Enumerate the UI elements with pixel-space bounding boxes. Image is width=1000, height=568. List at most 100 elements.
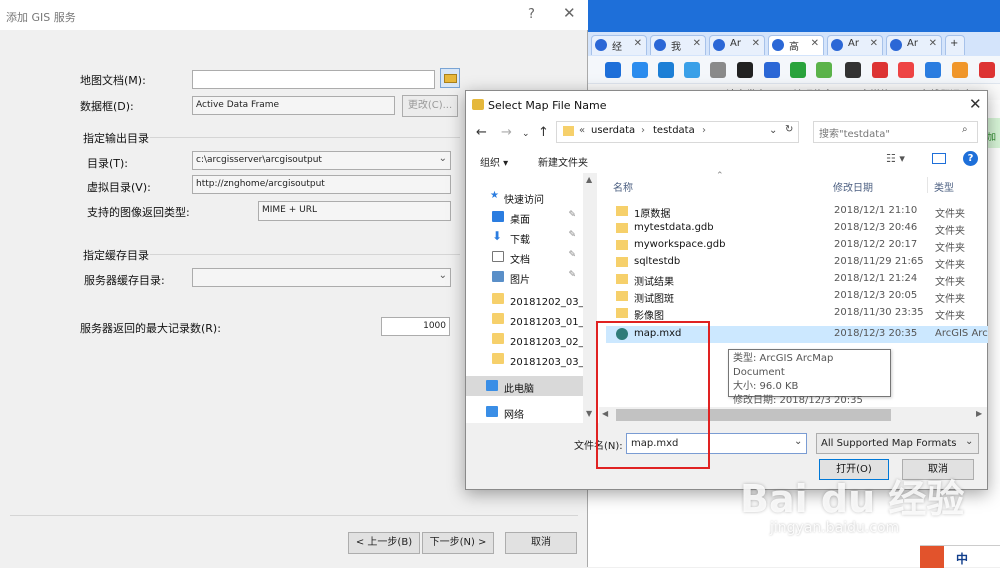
- folder-icon: [492, 333, 504, 344]
- tab-close-icon[interactable]: ✕: [752, 38, 760, 49]
- extension-icon[interactable]: [737, 62, 753, 78]
- breadcrumb-testdata[interactable]: testdata: [653, 125, 695, 136]
- tab-close-icon[interactable]: ✕: [693, 38, 701, 49]
- cache-directory-select[interactable]: ⌄: [192, 268, 451, 287]
- tab-close-icon[interactable]: ✕: [870, 38, 878, 49]
- scroll-left-icon[interactable]: ◀: [602, 409, 608, 418]
- extension-icon[interactable]: [952, 62, 968, 78]
- browser-tab[interactable]: 我 ✕: [650, 35, 706, 55]
- scroll-right-icon[interactable]: ▶: [976, 409, 982, 418]
- nav-item-pictures[interactable]: 图片 ✎: [466, 267, 584, 287]
- tab-close-icon[interactable]: ✕: [634, 38, 642, 49]
- chevron-down-icon[interactable]: ⌄: [794, 436, 802, 447]
- file-row[interactable]: myworkspace.gdb 2018/12/2 20:17 文件夹: [606, 237, 988, 254]
- change-button[interactable]: 更改(C)...: [402, 95, 458, 117]
- organize-button[interactable]: 组织 ▾: [480, 154, 508, 169]
- help-icon[interactable]: ?: [963, 151, 978, 166]
- nav-item-desktop[interactable]: 桌面 ✎: [466, 207, 584, 227]
- image-type-field[interactable]: MIME + URL: [258, 201, 451, 221]
- folder-icon: [492, 313, 504, 324]
- filename-input[interactable]: map.mxd ⌄: [626, 433, 807, 454]
- pin-icon: ✎: [568, 230, 576, 240]
- extension-icon[interactable]: [605, 62, 621, 78]
- refresh-icon[interactable]: ↻: [785, 124, 793, 135]
- column-divider: [927, 177, 928, 193]
- nav-item-folder[interactable]: 20181203_02_如: [466, 329, 584, 349]
- file-row[interactable]: 测试结果 2018/12/1 21:24 文件夹: [606, 271, 988, 288]
- document-icon: [492, 251, 504, 262]
- file-row[interactable]: mytestdata.gdb 2018/12/3 20:46 文件夹: [606, 220, 988, 237]
- nav-item-network[interactable]: 网络: [466, 402, 584, 422]
- virtual-directory-input[interactable]: http://znghome/arcgisoutput: [192, 175, 451, 194]
- ime-toolbar: 中: [920, 545, 1000, 568]
- browse-folder-button[interactable]: [440, 68, 460, 88]
- chevron-down-icon[interactable]: ⌄: [522, 129, 530, 139]
- extension-icon[interactable]: [764, 62, 780, 78]
- file-row[interactable]: 影像图 2018/11/30 23:35 文件夹: [606, 305, 988, 322]
- tab-close-icon[interactable]: ✕: [929, 38, 937, 49]
- extension-icon[interactable]: [816, 62, 832, 78]
- browser-tab[interactable]: Ar ✕: [886, 35, 942, 55]
- ime-mode-label[interactable]: 中: [956, 550, 968, 567]
- preview-pane-icon[interactable]: [932, 153, 946, 164]
- extension-icon[interactable]: [684, 62, 700, 78]
- nav-item-documents[interactable]: 文档 ✎: [466, 247, 584, 267]
- browser-tab-active[interactable]: 高 ✕: [768, 35, 824, 55]
- browser-tab[interactable]: 经 ✕: [591, 35, 647, 55]
- browser-tab[interactable]: Ar ✕: [827, 35, 883, 55]
- browser-tab[interactable]: Ar ✕: [709, 35, 765, 55]
- chevron-down-icon[interactable]: ⌄: [769, 125, 777, 136]
- cancel-button[interactable]: 取消: [505, 532, 577, 554]
- address-bar[interactable]: « userdata › testdata › ⌄ ↻: [556, 121, 799, 143]
- nav-item-downloads[interactable]: ⬇ 下载 ✎: [466, 227, 584, 247]
- baidu-paw-icon: [654, 39, 666, 51]
- new-folder-button[interactable]: 新建文件夹: [538, 154, 588, 169]
- view-options-icon[interactable]: ☷ ▾: [886, 152, 905, 165]
- search-input[interactable]: 搜索"testdata" ⌕: [813, 121, 978, 143]
- file-row[interactable]: 测试图斑 2018/12/3 20:05 文件夹: [606, 288, 988, 305]
- file-type-select[interactable]: All Supported Map Formats ⌄: [816, 433, 979, 454]
- sogou-logo-icon[interactable]: [920, 546, 944, 568]
- nav-item-folder[interactable]: 20181203_01_如: [466, 309, 584, 329]
- extension-icon[interactable]: [898, 62, 914, 78]
- max-records-input[interactable]: 1000: [381, 317, 450, 336]
- extension-icon[interactable]: [872, 62, 888, 78]
- extension-icon[interactable]: [845, 62, 861, 78]
- directory-select[interactable]: c:\arcgisserver\arcgisoutput ⌄: [192, 151, 451, 170]
- column-header-date[interactable]: 修改日期: [833, 179, 873, 194]
- help-button[interactable]: ?: [528, 7, 535, 22]
- nav-item-folder[interactable]: 20181202_03_如: [466, 289, 584, 309]
- forward-arrow-icon[interactable]: →: [501, 125, 512, 140]
- close-button[interactable]: ✕: [969, 95, 982, 113]
- up-arrow-icon[interactable]: ↑: [538, 125, 549, 140]
- extension-icon[interactable]: [925, 62, 941, 78]
- extension-icon[interactable]: [632, 62, 648, 78]
- column-header-name[interactable]: 名称: [613, 179, 633, 194]
- nav-item-folder[interactable]: 20181203_03_如: [466, 349, 584, 369]
- extension-icon[interactable]: [658, 62, 674, 78]
- extension-icon[interactable]: [710, 62, 726, 78]
- scroll-up-icon[interactable]: ▲: [586, 175, 592, 184]
- scroll-down-icon[interactable]: ▼: [586, 409, 592, 418]
- map-document-input[interactable]: [192, 70, 435, 89]
- back-button[interactable]: < 上一步(B): [348, 532, 420, 554]
- scrollbar-thumb[interactable]: [616, 409, 891, 421]
- extension-icon[interactable]: [790, 62, 806, 78]
- folder-icon: [563, 126, 574, 136]
- column-header-type[interactable]: 类型: [934, 179, 954, 194]
- breadcrumb-userdata[interactable]: userdata: [591, 125, 635, 136]
- nav-item-quick-access[interactable]: ★ 快速访问: [466, 187, 584, 207]
- extension-icon[interactable]: [979, 62, 995, 78]
- tab-close-icon[interactable]: ✕: [811, 38, 819, 49]
- file-row-selected[interactable]: map.mxd 2018/12/3 20:35 ArcGIS Arc: [606, 326, 988, 343]
- close-button[interactable]: ✕: [563, 4, 576, 22]
- baidu-paw-icon: [890, 39, 902, 51]
- back-arrow-icon[interactable]: ←: [476, 125, 487, 140]
- nav-item-this-pc[interactable]: 此电脑: [466, 376, 584, 396]
- new-tab-button[interactable]: +: [945, 35, 965, 55]
- next-button[interactable]: 下一步(N) >: [422, 532, 494, 554]
- watermark-logo: Bai du 经验: [740, 477, 965, 521]
- file-row[interactable]: 1原数据 2018/12/1 21:10 文件夹: [606, 203, 988, 220]
- file-row[interactable]: sqltestdb 2018/11/29 21:65 文件夹: [606, 254, 988, 271]
- nav-scrollbar[interactable]: ▲ ▼: [583, 173, 597, 423]
